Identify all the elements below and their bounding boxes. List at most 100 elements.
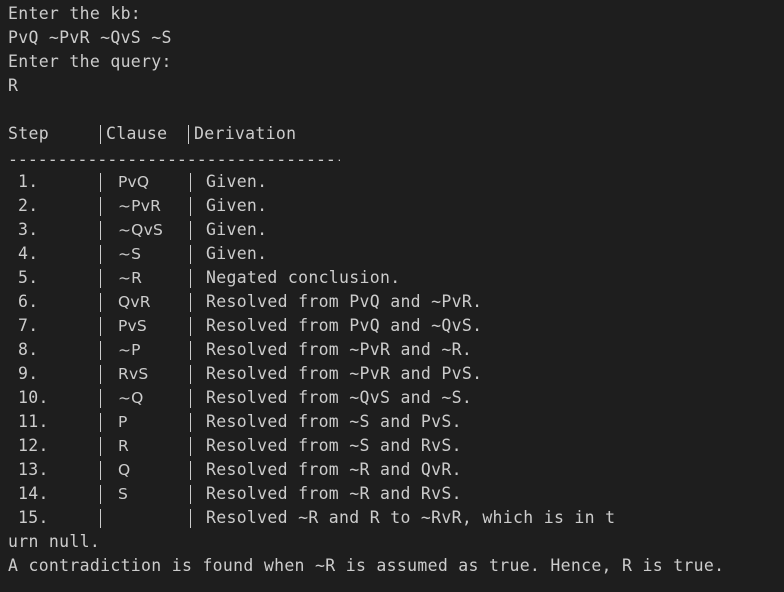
column-divider xyxy=(190,245,191,264)
table-row: 4. ~S Given. xyxy=(8,242,778,266)
row-derivation: Resolved from ~PvR and PvS. xyxy=(206,364,483,383)
table-row: 9. RvS Resolved from ~PvR and PvS. xyxy=(8,362,778,386)
row-step: 15. xyxy=(18,508,49,527)
header-step: Step xyxy=(8,124,49,143)
column-divider xyxy=(100,389,101,408)
row-step: 1. xyxy=(18,172,39,191)
row-derivation: Resolved from PvQ and ~QvS. xyxy=(206,316,483,335)
column-divider xyxy=(190,317,191,336)
table-row: 3. ~QvS Given. xyxy=(8,218,778,242)
row-derivation: Given. xyxy=(206,196,268,215)
row-clause: ~R xyxy=(118,269,143,287)
column-divider xyxy=(100,317,101,336)
table-row: 5. ~R Negated conclusion. xyxy=(8,266,778,290)
column-divider xyxy=(190,485,191,504)
column-divider xyxy=(100,245,101,264)
row-clause: ~Q xyxy=(118,389,144,407)
column-divider xyxy=(190,413,191,432)
row-derivation: Negated conclusion. xyxy=(206,268,401,287)
column-divider xyxy=(190,509,191,528)
header-divider xyxy=(188,125,189,144)
column-divider xyxy=(190,269,191,288)
column-divider xyxy=(190,437,191,456)
table-row: 6. QvR Resolved from PvQ and ~PvR. xyxy=(8,290,778,314)
column-divider xyxy=(100,437,101,456)
row-clause: S xyxy=(118,485,129,503)
row-step: 2. xyxy=(18,196,39,215)
query-prompt: Enter the query: xyxy=(8,52,172,71)
table-row: 7. PvS Resolved from PvQ and ~QvS. xyxy=(8,314,778,338)
header-clause: Clause xyxy=(106,124,168,143)
table-separator: ----------------------------------------… xyxy=(8,150,340,169)
row-derivation: Resolved from ~R and RvS. xyxy=(206,484,462,503)
row-derivation: Given. xyxy=(206,172,268,191)
row-derivation: Resolved from ~PvR and ~R. xyxy=(206,340,473,359)
row-clause: QvR xyxy=(118,293,151,311)
row-step: 13. xyxy=(18,460,49,479)
row-clause: ~P xyxy=(118,341,141,359)
kb-prompt: Enter the kb: xyxy=(8,4,142,23)
row-step: 10. xyxy=(18,388,49,407)
row-clause: ~S xyxy=(118,245,142,263)
column-divider xyxy=(100,365,101,384)
terminal-output[interactable]: Enter the kb: PvQ ~PvR ~QvS ~S Enter the… xyxy=(0,0,784,592)
column-divider xyxy=(190,365,191,384)
table-row: 13. Q Resolved from ~R and QvR. xyxy=(8,458,778,482)
table-row: 12. R Resolved from ~S and RvS. xyxy=(8,434,778,458)
row-step: 14. xyxy=(18,484,49,503)
column-divider xyxy=(100,413,101,432)
row-derivation: Resolved from ~S and PvS. xyxy=(206,412,462,431)
column-divider xyxy=(190,173,191,192)
column-divider xyxy=(190,293,191,312)
column-divider xyxy=(100,461,101,480)
row-clause: ~PvR xyxy=(118,197,162,215)
header-derivation: Derivation xyxy=(194,124,297,143)
column-divider xyxy=(100,269,101,288)
row-step: 9. xyxy=(18,364,39,383)
query-input: R xyxy=(8,76,19,95)
row-clause: RvS xyxy=(118,365,149,383)
column-divider xyxy=(100,221,101,240)
kb-input: PvQ ~PvR ~QvS ~S xyxy=(8,28,172,47)
row-step: 11. xyxy=(18,412,49,431)
table-header: Step Clause Derivation xyxy=(8,122,778,146)
row-derivation: Resolved from PvQ and ~PvR. xyxy=(206,292,483,311)
column-divider xyxy=(190,197,191,216)
table-row: 1. PvQ Given. xyxy=(8,170,778,194)
table-row: 2. ~PvR Given. xyxy=(8,194,778,218)
column-divider xyxy=(100,485,101,504)
table-row: 8. ~P Resolved from ~PvR and ~R. xyxy=(8,338,778,362)
output-wrap-line: urn null. xyxy=(8,532,101,551)
column-divider xyxy=(190,341,191,360)
row-step: 12. xyxy=(18,436,49,455)
row-clause: P xyxy=(118,413,128,431)
table-row: 11. P Resolved from ~S and PvS. xyxy=(8,410,778,434)
row-derivation: Resolved ~R and R to ~RvR, which is in t xyxy=(206,508,616,527)
row-clause: R xyxy=(118,437,129,455)
row-derivation: Given. xyxy=(206,244,268,263)
table-row: 10. ~Q Resolved from ~QvS and ~S. xyxy=(8,386,778,410)
row-derivation: Resolved from ~R and QvR. xyxy=(206,460,462,479)
row-step: 8. xyxy=(18,340,39,359)
row-step: 4. xyxy=(18,244,39,263)
row-derivation: Resolved from ~QvS and ~S. xyxy=(206,388,473,407)
row-clause: PvQ xyxy=(118,173,150,191)
column-divider xyxy=(100,293,101,312)
header-divider xyxy=(100,125,101,144)
row-clause: ~QvS xyxy=(118,221,163,239)
column-divider xyxy=(190,221,191,240)
table-row: 15. Resolved ~R and R to ~RvR, which is i… xyxy=(8,506,778,530)
column-divider xyxy=(100,341,101,360)
column-divider xyxy=(190,389,191,408)
column-divider xyxy=(100,509,101,528)
row-step: 5. xyxy=(18,268,39,287)
table-row: 14. S Resolved from ~R and RvS. xyxy=(8,482,778,506)
column-divider xyxy=(190,461,191,480)
row-step: 6. xyxy=(18,292,39,311)
column-divider xyxy=(100,173,101,192)
row-clause: Q xyxy=(118,461,131,479)
row-step: 7. xyxy=(18,316,39,335)
row-derivation: Given. xyxy=(206,220,268,239)
row-derivation: Resolved from ~S and RvS. xyxy=(206,436,462,455)
row-step: 3. xyxy=(18,220,39,239)
